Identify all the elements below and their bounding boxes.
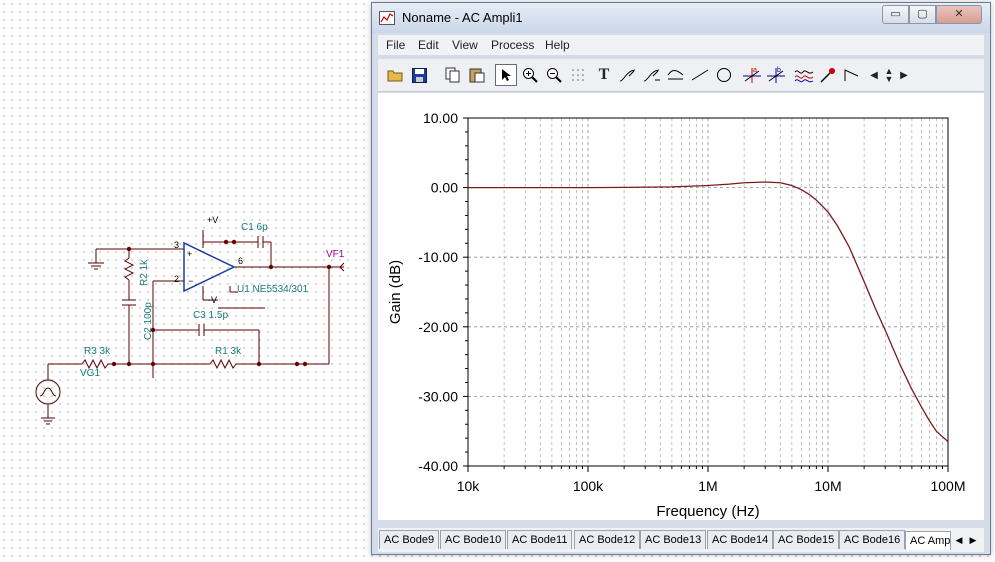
tab-ac-bode15[interactable]: AC Bode15 — [773, 530, 840, 549]
label-pin2: 2 — [174, 274, 179, 284]
zoom-in-icon[interactable] — [519, 64, 541, 86]
cursor-b-icon[interactable]: b — [765, 64, 787, 86]
x-tick-label: 100M — [930, 478, 965, 494]
waveform-icon[interactable] — [793, 64, 815, 86]
open-folder-icon[interactable] — [384, 64, 406, 86]
label-plus-v: +V — [207, 215, 218, 225]
menu-bar: File Edit View Process Help — [378, 35, 984, 55]
tab-ac-ampli1[interactable]: AC Ampl — [905, 531, 951, 550]
svg-text:a: a — [753, 67, 757, 74]
menu-edit[interactable]: Edit — [418, 38, 439, 52]
gain-chart[interactable]: 10.00 0.00 -10.00 -20.00 -30.00 -40.00 10k 100… — [378, 93, 984, 520]
text-tool-icon[interactable]: T — [593, 64, 615, 86]
paste-icon[interactable] — [466, 64, 488, 86]
probe-icon[interactable] — [817, 64, 839, 86]
label-r3: R3 3k — [84, 346, 111, 357]
label-pin3: 3 — [174, 240, 179, 250]
tab-bar: AC Bode9 AC Bode10 AC Bode11 AC Bode12 A… — [378, 528, 984, 552]
minimize-button[interactable]: ▭ — [882, 5, 909, 24]
chart-app-icon — [379, 11, 395, 25]
zoom-100-icon[interactable] — [543, 64, 565, 86]
tab-ac-bode14[interactable]: AC Bode14 — [707, 530, 774, 549]
maximize-icon: ▢ — [917, 8, 928, 20]
menu-file[interactable]: File — [386, 38, 405, 52]
label-r2: R2 1k — [139, 259, 150, 286]
label-r1: R1 3k — [215, 346, 242, 357]
pointer-icon[interactable] — [495, 64, 517, 86]
maximize-button[interactable]: ▢ — [909, 5, 936, 24]
ac-analysis-window[interactable]: Noname - AC Ampli1 ▭ ▢ ✕ File Edit View … — [371, 2, 991, 555]
y-axis-label: Gain (dB) — [387, 260, 404, 324]
label-c3: C3 1.5p — [193, 310, 228, 321]
bode-plot-area[interactable]: 10.00 0.00 -10.00 -20.00 -30.00 -40.00 10k 100… — [378, 93, 984, 520]
curve-label-icon[interactable] — [617, 64, 639, 86]
nav-right-icon[interactable]: ▶ — [897, 64, 911, 86]
x-tick-label: 10k — [457, 478, 481, 494]
y-tick-label: 10.00 — [423, 110, 458, 126]
cursor-a-icon[interactable]: a — [741, 64, 763, 86]
circle-icon[interactable] — [713, 64, 735, 86]
y-tick-label: -40.00 — [418, 458, 458, 474]
tab-ac-bode13[interactable]: AC Bode13 — [640, 530, 707, 549]
save-disk-icon[interactable] — [408, 64, 430, 86]
label-c1: C1 6p — [241, 222, 268, 233]
y-tick-label: 0.00 — [431, 180, 458, 196]
title-bar[interactable]: Noname - AC Ampli1 ▭ ▢ ✕ — [372, 3, 990, 33]
toolbar: T a b ◀ ▲ ▼ ▶ — [378, 59, 984, 92]
close-button[interactable]: ✕ — [936, 5, 982, 24]
tab-scroll-right-icon[interactable]: ▶ — [967, 532, 979, 548]
menu-process[interactable]: Process — [491, 38, 534, 52]
x-tick-label: 100k — [573, 478, 604, 494]
y-tick-label: -20.00 — [418, 319, 458, 335]
nav-updown-icon[interactable]: ▲ ▼ — [881, 64, 897, 86]
label-u1: U1 NE5534/301 — [237, 284, 309, 295]
svg-text:−: − — [188, 276, 193, 286]
close-icon: ✕ — [954, 8, 964, 20]
tab-ac-bode12[interactable]: AC Bode12 — [574, 530, 641, 549]
label-vf1: VF1 — [326, 249, 345, 260]
svg-text:+: + — [187, 249, 192, 259]
label-vg1: VG1 — [80, 368, 100, 379]
line-icon[interactable] — [689, 64, 711, 86]
tab-ac-bode11[interactable]: AC Bode11 — [507, 530, 573, 549]
minimize-icon: ▭ — [890, 8, 901, 20]
tab-ac-bode10[interactable]: AC Bode10 — [440, 530, 507, 549]
y-tick-label: -10.00 — [418, 249, 458, 265]
tab-ac-bode16[interactable]: AC Bode16 — [839, 530, 906, 549]
label-minus-v: -V — [208, 295, 217, 305]
x-axis-label: Frequency (Hz) — [656, 503, 759, 520]
tab-scroll-left-icon[interactable]: ◀ — [953, 532, 965, 548]
svg-text:b: b — [777, 67, 781, 74]
window-title: Noname - AC Ampli1 — [402, 10, 523, 25]
nav-left-icon[interactable]: ◀ — [867, 64, 881, 86]
x-tick-label: 10M — [814, 478, 841, 494]
y-tick-label: -30.00 — [418, 388, 458, 404]
menu-help[interactable]: Help — [545, 38, 570, 52]
curve-label3-icon[interactable] — [665, 64, 687, 86]
schematic-canvas[interactable]: + − +V -V 3 2 6 C1 6p U1 NE5534/301 C3 1… — [0, 0, 370, 440]
copy-icon[interactable] — [442, 64, 464, 86]
curve-label2-icon[interactable] — [641, 64, 663, 86]
menu-view[interactable]: View — [452, 38, 478, 52]
label-pin6: 6 — [238, 256, 243, 266]
label-c2: C2 100p — [143, 302, 154, 340]
tab-ac-bode9[interactable]: AC Bode9 — [379, 530, 440, 549]
slope-icon[interactable] — [841, 64, 863, 86]
grid-icon[interactable] — [567, 64, 589, 86]
x-tick-label: 1M — [698, 478, 717, 494]
